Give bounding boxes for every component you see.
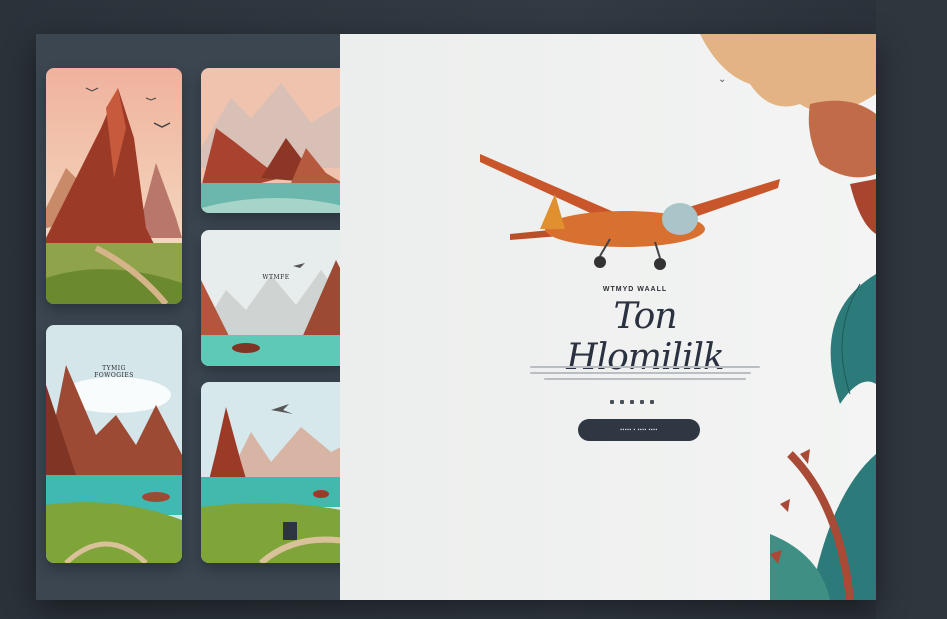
card-caption: WTMFE bbox=[262, 274, 290, 281]
hero-subtitle: WTMYD WAALL bbox=[602, 286, 668, 293]
hero-description bbox=[530, 362, 760, 384]
card-caption-line1: TYMIG bbox=[102, 365, 126, 372]
leaf-icon bbox=[770, 274, 876, 600]
gallery-card-peak-lake[interactable] bbox=[201, 382, 351, 563]
description-line bbox=[543, 378, 747, 380]
cta-button[interactable]: ▪▪▪▪▪ ▪ ▪▪▪▪ ▪▪▪▪ bbox=[578, 419, 700, 441]
social-icon[interactable] bbox=[620, 400, 624, 404]
social-icon[interactable] bbox=[610, 400, 614, 404]
airplane-icon bbox=[480, 154, 780, 270]
social-icon[interactable] bbox=[630, 400, 634, 404]
gallery-card-mountain-lake[interactable] bbox=[201, 68, 351, 213]
gallery-card-red-peak[interactable] bbox=[46, 68, 182, 304]
bird-icon: ⌄ bbox=[718, 74, 727, 85]
social-icon[interactable] bbox=[640, 400, 644, 404]
description-line bbox=[530, 366, 760, 368]
description-line bbox=[530, 372, 751, 374]
gallery-card-lagoon[interactable]: TYMIG FOWOGIES bbox=[46, 325, 182, 563]
social-icons bbox=[610, 400, 654, 404]
page-margin bbox=[876, 0, 947, 619]
website-mockup: TYMIG FOWOGIES WTMFE ⌄ WTMYD WAALL Ton H… bbox=[36, 34, 876, 600]
hero-panel: ⌄ WTMYD WAALL Ton Hlomililk ▪▪▪▪▪ ▪ ▪▪▪▪… bbox=[340, 34, 876, 600]
card-caption-line2: FOWOGIES bbox=[94, 372, 134, 379]
social-icon[interactable] bbox=[650, 400, 654, 404]
gallery-card-foggy-valley[interactable]: WTMFE bbox=[201, 230, 351, 366]
